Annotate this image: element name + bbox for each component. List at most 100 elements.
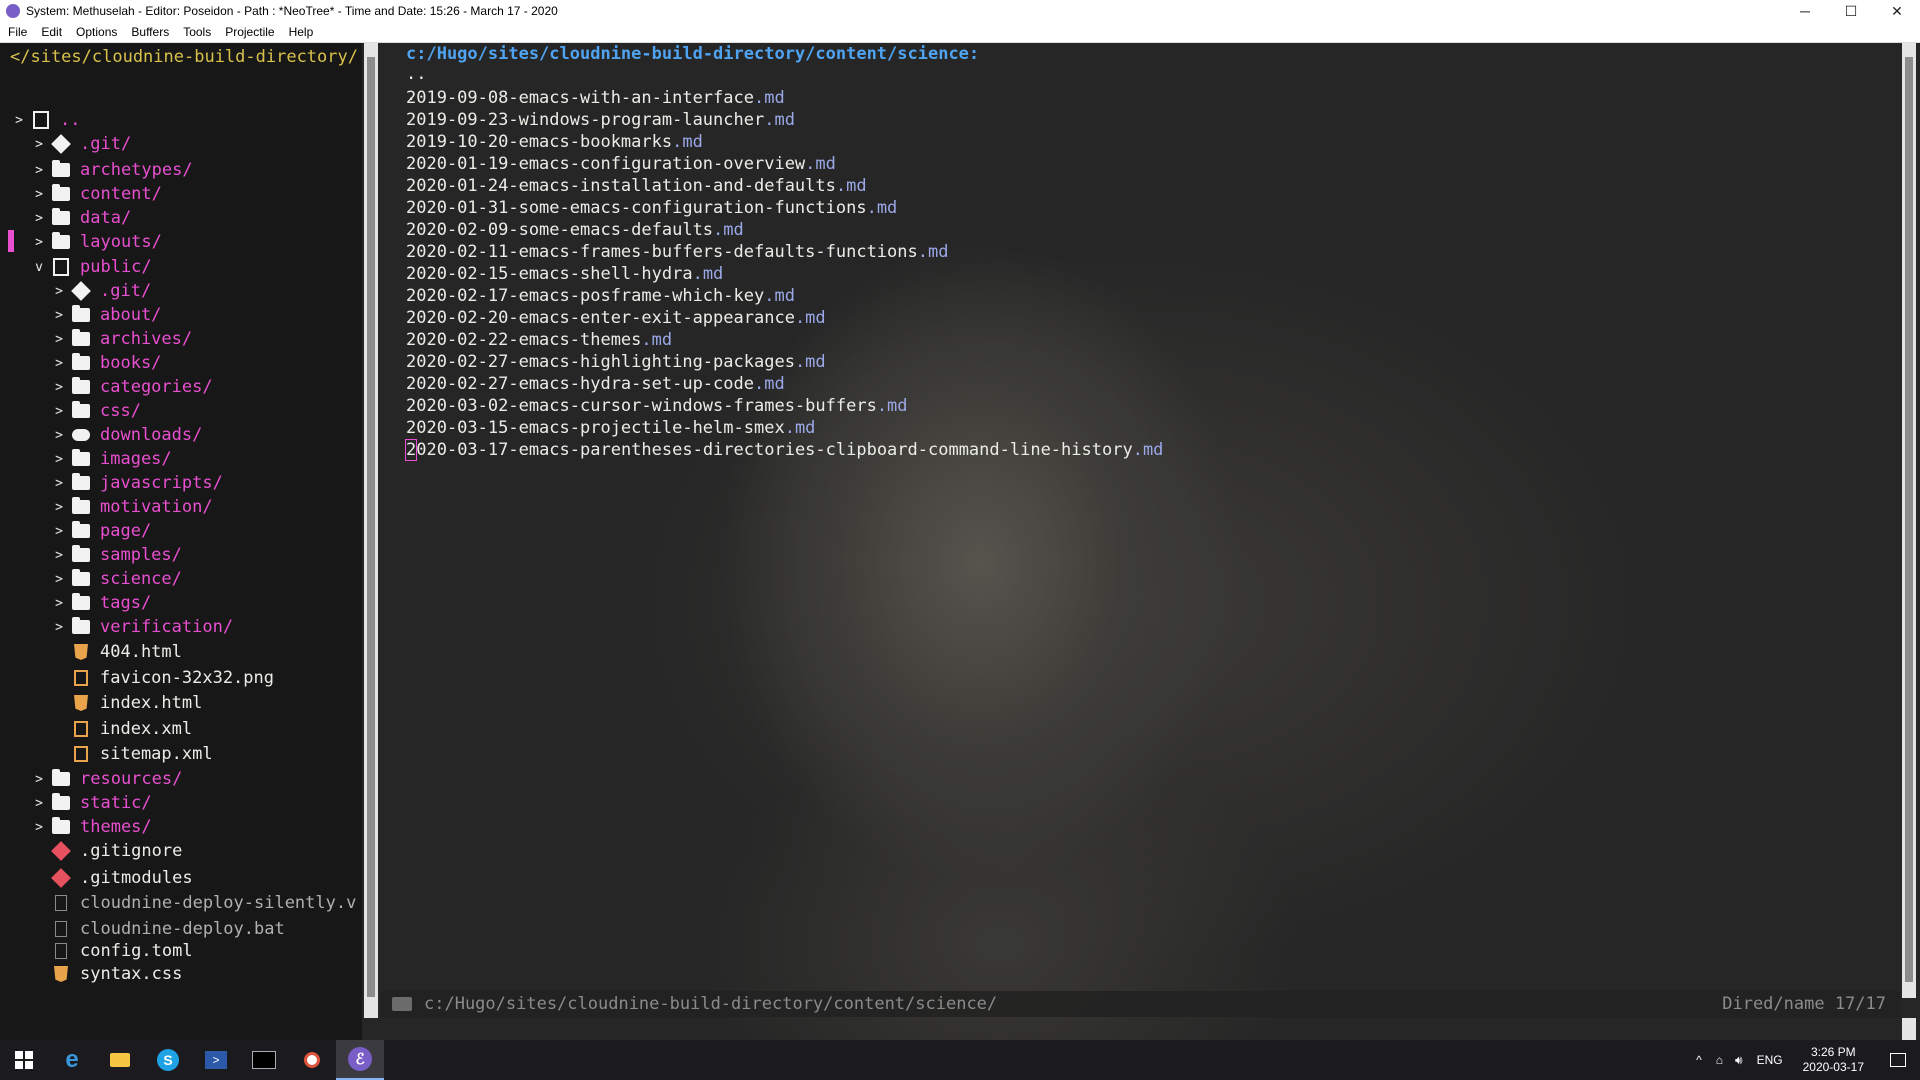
close-button[interactable]: ✕: [1874, 3, 1920, 20]
dired-file-entry[interactable]: 2020-02-27-emacs-hydra-set-up-code.md: [406, 374, 785, 394]
dired-file-entry[interactable]: 2019-10-20-emacs-bookmarks.md: [406, 132, 703, 152]
volume-icon[interactable]: 🔊︎: [1735, 1053, 1743, 1068]
tree-item[interactable]: v public/: [32, 255, 152, 279]
tree-item[interactable]: cloudnine-deploy-silently.v: [32, 891, 356, 915]
dired-file-entry[interactable]: 2020-01-19-emacs-configuration-overview.…: [406, 154, 836, 174]
tree-item[interactable]: >..: [12, 108, 80, 132]
tree-item[interactable]: > verification/: [52, 615, 233, 639]
dired-scroll-thumb[interactable]: [1905, 57, 1913, 982]
parent-directory-entry[interactable]: ..: [406, 64, 426, 84]
chevron-right-icon[interactable]: >: [32, 137, 46, 152]
menu-help[interactable]: Help: [289, 25, 314, 39]
powershell-icon[interactable]: >: [192, 1040, 240, 1080]
tree-item[interactable]: > science/: [52, 567, 182, 591]
chevron-right-icon[interactable]: >: [52, 500, 66, 515]
minibuffer-scrollbar[interactable]: [1902, 1018, 1916, 1040]
windows-start-icon[interactable]: [0, 1040, 48, 1080]
dired-file-entry[interactable]: 2020-03-15-emacs-projectile-helm-smex.md: [406, 418, 815, 438]
network-icon[interactable]: ⌂: [1716, 1053, 1723, 1067]
chevron-right-icon[interactable]: >: [52, 548, 66, 563]
dired-file-entry[interactable]: 2020-02-20-emacs-enter-exit-appearance.m…: [406, 308, 826, 328]
dired-scrollbar[interactable]: [1902, 43, 1916, 998]
menu-edit[interactable]: Edit: [41, 25, 62, 39]
menu-tools[interactable]: Tools: [183, 25, 211, 39]
chevron-right-icon[interactable]: >: [52, 356, 66, 371]
dired-file-entry[interactable]: 2019-09-23-windows-program-launcher.md: [406, 110, 795, 130]
tree-item[interactable]: > categories/: [52, 375, 213, 399]
dired-file-entry[interactable]: 2020-02-11-emacs-frames-buffers-defaults…: [406, 242, 948, 262]
tree-item[interactable]: > content/: [32, 182, 162, 206]
tree-item[interactable]: > css/: [52, 399, 141, 423]
tree-item[interactable]: favicon-32x32.png: [52, 666, 274, 690]
chevron-up-icon[interactable]: ^: [1696, 1053, 1702, 1067]
sidebar-scrollbar[interactable]: [364, 43, 378, 1018]
chevron-right-icon[interactable]: >: [52, 428, 66, 443]
dired-file-entry[interactable]: 2020-02-15-emacs-shell-hydra.md: [406, 264, 723, 284]
chevron-right-icon[interactable]: >: [52, 572, 66, 587]
tree-item[interactable]: > layouts/: [32, 230, 162, 254]
tree-item[interactable]: > static/: [32, 791, 152, 815]
menu-file[interactable]: File: [8, 25, 27, 39]
dired-file-entry[interactable]: 2020-02-27-emacs-highlighting-packages.m…: [406, 352, 826, 372]
language-indicator[interactable]: ENG: [1757, 1053, 1783, 1067]
tree-item[interactable]: > .git/: [52, 279, 151, 303]
menu-options[interactable]: Options: [76, 25, 117, 39]
tree-item[interactable]: > themes/: [32, 815, 152, 839]
minimize-button[interactable]: ─: [1782, 3, 1828, 19]
chevron-right-icon[interactable]: >: [52, 620, 66, 635]
dired-file-entry[interactable]: 2020-01-24-emacs-installation-and-defaul…: [406, 176, 867, 196]
dired-file-entry[interactable]: 2020-02-17-emacs-posframe-which-key.md: [406, 286, 795, 306]
chevron-right-icon[interactable]: >: [32, 187, 46, 202]
dired-file-entry[interactable]: 2020-02-22-emacs-themes.md: [406, 330, 672, 350]
maximize-button[interactable]: ☐: [1828, 3, 1874, 20]
tree-item[interactable]: > data/: [32, 206, 131, 230]
chevron-right-icon[interactable]: >: [32, 796, 46, 811]
tree-item[interactable]: 404.html: [52, 640, 182, 664]
skype-icon[interactable]: S: [144, 1040, 192, 1080]
chevron-right-icon[interactable]: >: [32, 820, 46, 835]
chevron-right-icon[interactable]: >: [52, 452, 66, 467]
tree-item[interactable]: > books/: [52, 351, 161, 375]
tree-item[interactable]: > archetypes/: [32, 158, 193, 182]
tree-item[interactable]: .gitmodules: [32, 866, 193, 890]
terminal-icon[interactable]: [240, 1040, 288, 1080]
tree-item[interactable]: > .git/: [32, 132, 131, 156]
tree-item[interactable]: > images/: [52, 447, 172, 471]
tree-item[interactable]: > page/: [52, 519, 151, 543]
tree-item[interactable]: > archives/: [52, 327, 192, 351]
chevron-right-icon[interactable]: >: [32, 163, 46, 178]
emacs-icon[interactable]: ℰ: [336, 1040, 384, 1080]
chevron-right-icon[interactable]: >: [52, 476, 66, 491]
tree-item[interactable]: > downloads/: [52, 423, 202, 447]
notification-icon[interactable]: [1890, 1053, 1906, 1067]
media-icon[interactable]: [288, 1040, 336, 1080]
tree-item[interactable]: .gitignore: [32, 839, 182, 863]
tree-item[interactable]: > javascripts/: [52, 471, 223, 495]
dired-file-entry[interactable]: 2020-03-02-emacs-cursor-windows-frames-b…: [406, 396, 908, 416]
chevron-right-icon[interactable]: >: [52, 308, 66, 323]
tree-item[interactable]: cloudnine-deploy.bat: [32, 917, 285, 941]
chevron-right-icon[interactable]: >: [52, 404, 66, 419]
tree-item[interactable]: syntax.css: [32, 962, 182, 986]
dired-file-entry[interactable]: 2020-01-31-some-emacs-configuration-func…: [406, 198, 897, 218]
tree-item[interactable]: index.xml: [52, 717, 192, 741]
edge-icon[interactable]: e: [48, 1040, 96, 1080]
sidebar-scroll-thumb[interactable]: [367, 57, 375, 997]
clock[interactable]: 3:26 PM 2020-03-17: [1803, 1045, 1864, 1075]
tree-item[interactable]: > tags/: [52, 591, 151, 615]
chevron-right-icon[interactable]: >: [32, 235, 46, 250]
tree-item[interactable]: sitemap.xml: [52, 742, 213, 766]
chevron-right-icon[interactable]: >: [52, 596, 66, 611]
tree-item[interactable]: > samples/: [52, 543, 182, 567]
chevron-down-icon[interactable]: v: [32, 260, 46, 275]
tree-item[interactable]: > about/: [52, 303, 161, 327]
chevron-right-icon[interactable]: >: [52, 380, 66, 395]
menu-buffers[interactable]: Buffers: [131, 25, 169, 39]
chevron-right-icon[interactable]: >: [32, 211, 46, 226]
menu-projectile[interactable]: Projectile: [225, 25, 274, 39]
chevron-right-icon[interactable]: >: [12, 113, 26, 128]
dired-file-entry[interactable]: 2020-03-17-emacs-parentheses-directories…: [404, 439, 1163, 461]
tree-item[interactable]: > motivation/: [52, 495, 213, 519]
tree-item[interactable]: config.toml: [32, 939, 193, 963]
chevron-right-icon[interactable]: >: [52, 332, 66, 347]
